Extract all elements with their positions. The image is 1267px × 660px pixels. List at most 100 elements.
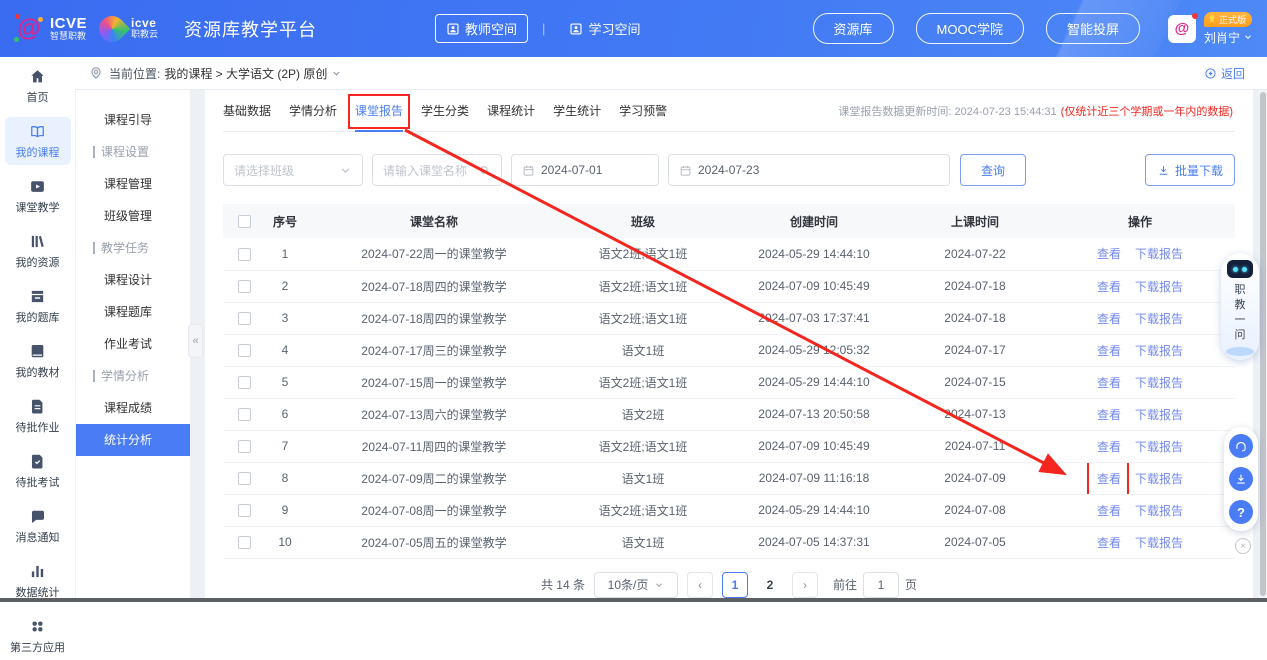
view-link[interactable]: 查看	[1097, 280, 1121, 294]
row-class-time: 2024-07-09	[905, 462, 1045, 494]
class-name-input[interactable]: 请输入课堂名称	[372, 154, 502, 186]
sidebar-item-my-textbooks[interactable]: 我的教材	[5, 337, 71, 385]
view-link[interactable]: 查看	[1097, 472, 1121, 486]
row-no: 6	[265, 398, 305, 430]
goto-unit: 页	[905, 576, 917, 593]
sidebar-item-pending-homework[interactable]: 待批作业	[5, 392, 71, 440]
vertical-scrollbar[interactable]	[1259, 90, 1267, 598]
sidebar-item-home[interactable]: 首页	[5, 62, 71, 110]
row-checkbox[interactable]	[238, 536, 251, 549]
query-button[interactable]: 查询	[960, 154, 1026, 186]
select-all-checkbox[interactable]	[238, 215, 251, 228]
download-center-button[interactable]	[1229, 467, 1253, 491]
download-report-link[interactable]: 下载报告	[1135, 344, 1183, 358]
row-checkbox[interactable]	[238, 408, 251, 421]
sidebar-item-my-question-bank[interactable]: 我的题库	[5, 282, 71, 330]
view-link[interactable]: 查看	[1097, 504, 1121, 518]
breadcrumb-path[interactable]: 我的课程 > 大学语文 (2P) 原创	[164, 65, 327, 82]
row-checkbox[interactable]	[238, 376, 251, 389]
batch-download-button[interactable]: 批量下载	[1145, 154, 1235, 186]
page-button-2[interactable]: 2	[757, 572, 783, 598]
class-name-placeholder: 请输入课堂名称	[383, 162, 478, 179]
download-report-link[interactable]: 下载报告	[1135, 472, 1183, 486]
sidebar-item-third-party-apps[interactable]: 第三方应用	[5, 612, 71, 660]
download-report-link[interactable]: 下载报告	[1135, 312, 1183, 326]
scrollbar-thumb[interactable]	[1260, 92, 1266, 596]
view-link[interactable]: 查看	[1097, 408, 1121, 422]
date-start-input[interactable]: 2024-07-01	[511, 154, 659, 186]
download-report-link[interactable]: 下载报告	[1135, 440, 1183, 454]
download-report-link[interactable]: 下载报告	[1135, 536, 1183, 550]
submenu-item-statistics-analysis[interactable]: 统计分析	[76, 424, 190, 456]
page-button-1[interactable]: 1	[722, 572, 748, 598]
user-box[interactable]: @ 正式版 刘肖宁	[1168, 12, 1253, 46]
report-tabs: 基础数据学情分析课堂报告学生分类课程统计学生统计学习预警 课堂报告数据更新时间:…	[223, 90, 1235, 132]
view-link[interactable]: 查看	[1097, 344, 1121, 358]
row-class-name: 2024-07-18周四的课堂教学	[305, 302, 563, 334]
prev-page-button[interactable]: ‹	[687, 572, 713, 598]
sidebar-item-pending-exams[interactable]: 待批考试	[5, 447, 71, 495]
tab-learning-analysis[interactable]: 学情分析	[289, 89, 337, 132]
sidebar-item-messages[interactable]: 消息通知	[5, 502, 71, 550]
smart-projection-button[interactable]: 智能投屏	[1046, 13, 1140, 44]
help-button[interactable]: ?	[1229, 500, 1253, 524]
next-page-button[interactable]: ›	[792, 572, 818, 598]
row-actions: 查看下载报告	[1045, 398, 1235, 430]
sidebar-item-classroom-teaching[interactable]: 课堂教学	[5, 172, 71, 220]
row-checkbox[interactable]	[238, 472, 251, 485]
row-actions: 查看下载报告	[1045, 366, 1235, 398]
back-button[interactable]: 返回	[1204, 65, 1245, 82]
goto-page-input[interactable]: 1	[863, 572, 899, 598]
floating-toolbar-close-button[interactable]: ×	[1235, 538, 1251, 554]
view-link[interactable]: 查看	[1097, 312, 1121, 326]
submenu-item-course-grades[interactable]: 课程成绩	[76, 392, 190, 424]
row-checkbox[interactable]	[238, 280, 251, 293]
view-link[interactable]: 查看	[1097, 376, 1121, 390]
submenu-item-course-question-bank[interactable]: 课程题库	[76, 296, 190, 328]
download-report-link[interactable]: 下载报告	[1135, 247, 1183, 261]
download-report-link[interactable]: 下载报告	[1135, 280, 1183, 294]
row-checkbox[interactable]	[238, 344, 251, 357]
tab-course-statistics[interactable]: 课程统计	[487, 89, 535, 132]
sidebar-item-my-courses[interactable]: 我的课程	[5, 117, 71, 165]
mooc-college-button[interactable]: MOOC学院	[916, 13, 1024, 44]
tab-learning-warning[interactable]: 学习预警	[619, 89, 667, 132]
download-report-link[interactable]: 下载报告	[1135, 408, 1183, 422]
view-link[interactable]: 查看	[1097, 247, 1121, 261]
submenu-collapse-handle[interactable]: «	[188, 324, 203, 358]
nav-learning-space[interactable]: 学习空间	[559, 15, 650, 42]
submenu-item-course-guide[interactable]: 课程引导	[76, 104, 190, 136]
submenu-item-course-management[interactable]: 课程管理	[76, 168, 190, 200]
submenu-item-course-design[interactable]: 课程设计	[76, 264, 190, 296]
submenu-item-class-management[interactable]: 班级管理	[76, 200, 190, 232]
row-checkbox[interactable]	[238, 312, 251, 325]
row-checkbox[interactable]	[238, 248, 251, 261]
row-no: 9	[265, 494, 305, 526]
sidebar-item-my-resources[interactable]: 我的资源	[5, 227, 71, 275]
tab-student-classification[interactable]: 学生分类	[421, 89, 469, 132]
tab-basic-data[interactable]: 基础数据	[223, 89, 271, 132]
question-bank-icon	[29, 288, 46, 305]
submenu-section-label: 课程设置	[101, 136, 149, 168]
row-checkbox[interactable]	[238, 504, 251, 517]
page-size-select[interactable]: 10条/页	[594, 572, 678, 598]
breadcrumb-chevron-down-icon[interactable]	[331, 68, 342, 79]
tab-student-statistics[interactable]: 学生统计	[553, 89, 601, 132]
view-link[interactable]: 查看	[1097, 440, 1121, 454]
table-row: 32024-07-18周四的课堂教学语文2班;语文1班2024-07-03 17…	[223, 302, 1235, 334]
customer-service-button[interactable]	[1229, 434, 1253, 458]
date-end-input[interactable]: 2024-07-23	[668, 154, 950, 186]
class-select[interactable]: 请选择班级	[223, 154, 363, 186]
download-report-link[interactable]: 下载报告	[1135, 376, 1183, 390]
row-checkbox[interactable]	[238, 440, 251, 453]
zhijiao-assistant-widget[interactable]: 职教一问	[1221, 253, 1259, 360]
tab-class-report[interactable]: 课堂报告	[355, 89, 403, 132]
view-link[interactable]: 查看	[1097, 536, 1121, 550]
resource-library-button[interactable]: 资源库	[813, 13, 894, 44]
nav-teacher-space[interactable]: 教师空间	[435, 14, 528, 43]
download-report-link[interactable]: 下载报告	[1135, 504, 1183, 518]
table-row: 52024-07-15周一的课堂教学语文2班;语文1班2024-05-29 14…	[223, 366, 1235, 398]
table-row: 102024-07-05周五的课堂教学语文1班2024-07-05 14:37:…	[223, 526, 1235, 558]
submenu-item-homework-exam[interactable]: 作业考试	[76, 328, 190, 360]
row-created-time: 2024-07-13 20:50:58	[723, 398, 905, 430]
